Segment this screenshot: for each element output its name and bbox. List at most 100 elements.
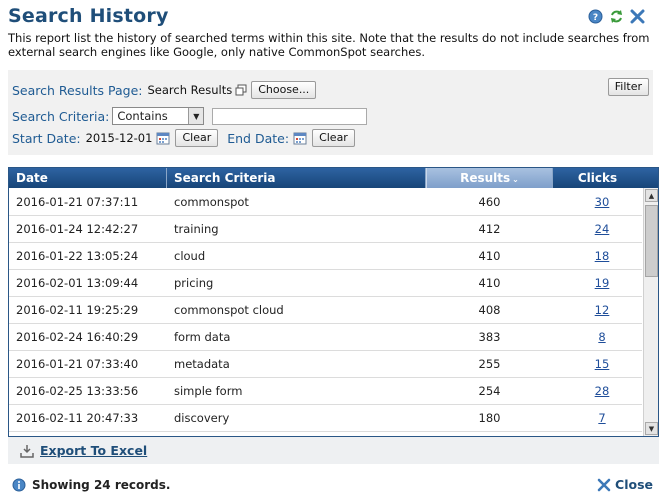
table-row: 2016-02-24 16:40:29 form data 383 8 bbox=[9, 324, 642, 351]
date-row: Start Date: 2015-12-01 Clear End Date: C… bbox=[12, 129, 355, 147]
cell-results: 383 bbox=[478, 330, 501, 344]
title-icons: ? bbox=[588, 9, 645, 24]
table-body: 2016-01-21 07:37:11 commonspot 460 30 20… bbox=[9, 189, 642, 432]
export-icon[interactable] bbox=[20, 444, 34, 458]
column-header-date[interactable]: Date bbox=[9, 168, 167, 188]
results-page-row: Search Results Page: Search Results Choo… bbox=[12, 81, 317, 99]
calendar-icon[interactable] bbox=[156, 131, 170, 145]
calendar-icon[interactable] bbox=[293, 131, 307, 145]
table-header: Date Search Criteria Results ⌄ Clicks bbox=[9, 168, 658, 188]
search-criteria-input[interactable] bbox=[212, 107, 368, 125]
cell-clicks: 7 bbox=[553, 405, 651, 432]
clicks-link[interactable]: 8 bbox=[598, 330, 605, 344]
end-date-label: End Date: bbox=[227, 130, 290, 146]
help-icon[interactable]: ? bbox=[588, 9, 603, 24]
cell-date: 2016-02-11 19:25:29 bbox=[16, 303, 139, 317]
start-date-label: Start Date: bbox=[12, 130, 81, 146]
results-page-label: Search Results Page: bbox=[12, 82, 143, 98]
table-row: 2016-01-24 12:42:27 training 412 24 bbox=[9, 216, 642, 243]
cell-results: 254 bbox=[478, 384, 501, 398]
clicks-link[interactable]: 15 bbox=[595, 357, 610, 371]
cell-date: 2016-02-11 20:47:33 bbox=[16, 411, 139, 425]
scroll-down-arrow-icon[interactable]: ▼ bbox=[645, 422, 658, 435]
export-bar: Export To Excel bbox=[8, 437, 659, 464]
choose-button[interactable]: Choose... bbox=[251, 81, 317, 99]
title-bar: Search History ? bbox=[0, 0, 661, 30]
popup-icon[interactable] bbox=[235, 84, 247, 96]
refresh-icon[interactable] bbox=[609, 9, 624, 24]
cell-results: 408 bbox=[478, 303, 501, 317]
page-title: Search History bbox=[8, 5, 169, 27]
cell-clicks: 30 bbox=[553, 189, 651, 216]
start-date-value: 2015-12-01 bbox=[85, 131, 153, 145]
export-to-excel-link[interactable]: Export To Excel bbox=[40, 443, 147, 458]
records-status: Showing 24 records. bbox=[12, 478, 170, 492]
cell-results: 412 bbox=[478, 222, 501, 236]
search-history-table: Date Search Criteria Results ⌄ Clicks 201… bbox=[8, 167, 659, 437]
cell-criteria: commonspot cloud bbox=[174, 303, 284, 317]
table-row: 2016-02-25 13:33:56 simple form 254 28 bbox=[9, 378, 642, 405]
close-icon bbox=[597, 478, 611, 492]
cell-criteria: commonspot bbox=[174, 195, 249, 209]
close-button[interactable]: Close bbox=[597, 477, 653, 492]
clicks-link[interactable]: 7 bbox=[598, 411, 605, 425]
records-count-text: Showing 24 records. bbox=[32, 478, 171, 492]
clicks-link[interactable]: 30 bbox=[595, 195, 610, 209]
criteria-mode-value: Contains bbox=[117, 109, 168, 123]
clicks-link[interactable]: 28 bbox=[595, 384, 610, 398]
table-row: 2016-02-11 20:47:33 discovery 180 7 bbox=[9, 405, 642, 432]
close-icon[interactable] bbox=[630, 9, 645, 24]
cell-results: 410 bbox=[478, 249, 501, 263]
cell-date: 2016-02-25 13:33:56 bbox=[16, 384, 139, 398]
cell-criteria: cloud bbox=[174, 249, 206, 263]
clicks-link[interactable]: 18 bbox=[595, 249, 610, 263]
footer: Showing 24 records. Close bbox=[0, 470, 661, 501]
cell-clicks: 12 bbox=[553, 297, 651, 324]
cell-criteria: metadata bbox=[174, 357, 230, 371]
cell-date: 2016-01-22 13:05:24 bbox=[16, 249, 139, 263]
filter-panel: Search Results Page: Search Results Choo… bbox=[8, 70, 653, 155]
cell-results: 180 bbox=[478, 411, 501, 425]
clicks-link[interactable]: 12 bbox=[595, 303, 610, 317]
cell-date: 2016-01-24 12:42:27 bbox=[16, 222, 139, 236]
cell-criteria: simple form bbox=[174, 384, 243, 398]
cell-date: 2016-01-21 07:37:11 bbox=[16, 195, 139, 209]
column-header-clicks[interactable]: Clicks bbox=[553, 168, 642, 188]
cell-clicks: 8 bbox=[553, 324, 651, 351]
cell-results: 460 bbox=[478, 195, 501, 209]
table-scrollbar[interactable]: ▲ ▼ bbox=[643, 188, 658, 436]
column-header-search-criteria[interactable]: Search Criteria bbox=[167, 168, 426, 188]
clicks-link[interactable]: 24 bbox=[595, 222, 610, 236]
cell-criteria: form data bbox=[174, 330, 231, 344]
end-date-clear-button[interactable]: Clear bbox=[312, 129, 355, 147]
close-label: Close bbox=[615, 477, 653, 492]
cell-date: 2016-02-24 16:40:29 bbox=[16, 330, 139, 344]
cell-clicks: 15 bbox=[553, 351, 651, 378]
table-row: 2016-01-21 07:33:40 metadata 255 15 bbox=[9, 351, 642, 378]
svg-text:?: ? bbox=[593, 13, 598, 23]
page-description: This report list the history of searched… bbox=[8, 31, 650, 59]
scroll-up-arrow-icon[interactable]: ▲ bbox=[645, 189, 658, 202]
cell-date: 2016-02-01 13:09:44 bbox=[16, 276, 139, 290]
cell-clicks: 24 bbox=[553, 216, 651, 243]
clicks-link[interactable]: 19 bbox=[595, 276, 610, 290]
cell-results: 255 bbox=[478, 357, 501, 371]
sort-desc-icon: ⌄ bbox=[512, 175, 519, 184]
column-header-results[interactable]: Results ⌄ bbox=[426, 168, 553, 188]
cell-criteria: discovery bbox=[174, 411, 230, 425]
cell-clicks: 18 bbox=[553, 243, 651, 270]
table-row: 2016-02-11 19:25:29 commonspot cloud 408… bbox=[9, 297, 642, 324]
start-date-clear-button[interactable]: Clear bbox=[175, 129, 219, 147]
search-criteria-row: Search Criteria: Contains ▼ bbox=[12, 107, 368, 125]
scrollbar-thumb[interactable] bbox=[645, 205, 658, 277]
table-row: 2016-01-22 13:05:24 cloud 410 18 bbox=[9, 243, 642, 270]
column-header-results-label: Results bbox=[460, 171, 511, 185]
cell-date: 2016-01-21 07:33:40 bbox=[16, 357, 139, 371]
cell-clicks: 19 bbox=[553, 270, 651, 297]
cell-criteria: pricing bbox=[174, 276, 214, 290]
criteria-mode-select[interactable]: Contains ▼ bbox=[112, 107, 205, 125]
search-criteria-label: Search Criteria: bbox=[12, 108, 110, 124]
table-row: 2016-02-01 13:09:44 pricing 410 19 bbox=[9, 270, 642, 297]
filter-button[interactable]: Filter bbox=[607, 78, 649, 96]
cell-clicks: 28 bbox=[553, 378, 651, 405]
